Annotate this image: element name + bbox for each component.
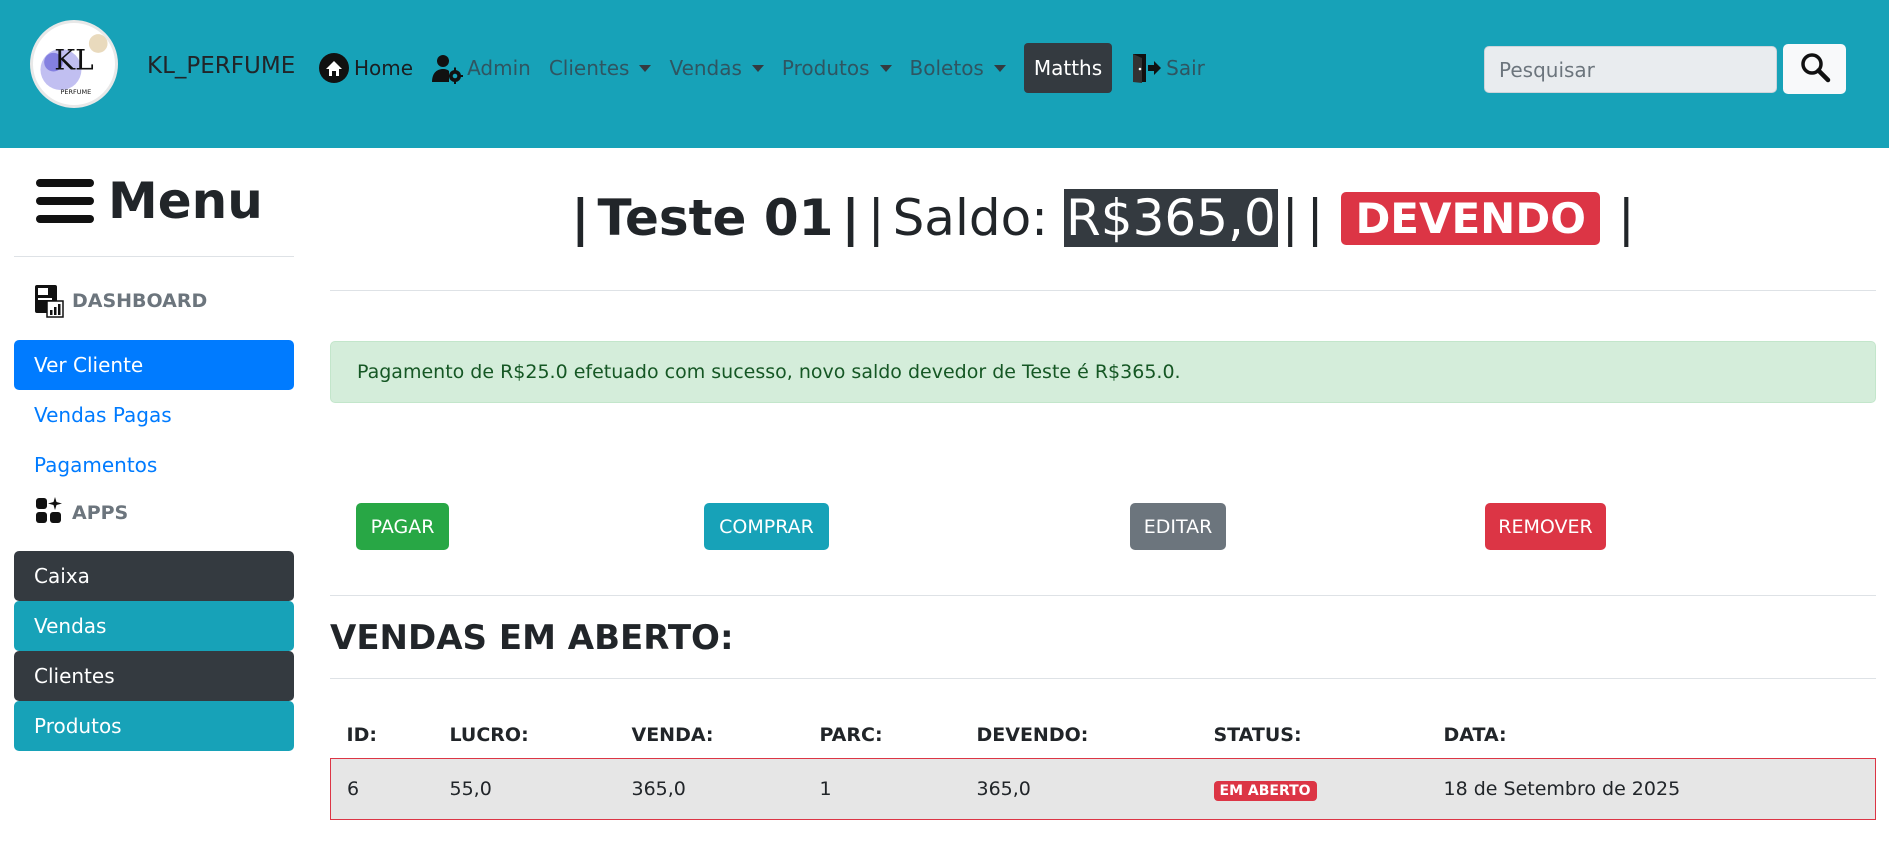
search-input[interactable] [1484, 46, 1777, 93]
divider [330, 290, 1876, 291]
sidebar-item-ver-cliente[interactable]: Ver Cliente [14, 340, 294, 390]
nav-produtos-label: Produtos [781, 56, 870, 80]
search-button[interactable] [1783, 44, 1846, 94]
admin-user-gear-icon [431, 52, 464, 84]
main-nav: Home Admin Clientes Vendas Produtos Bole… [318, 43, 1223, 93]
sidebar-item-caixa[interactable]: Caixa [14, 551, 294, 601]
svg-text:PERFUME: PERFUME [60, 88, 91, 96]
status-badge: DEVENDO [1341, 191, 1600, 245]
hamburger-icon [36, 177, 94, 225]
cell-id: 6 [330, 757, 434, 820]
brand-name[interactable]: KL_PERFUME [147, 52, 295, 80]
nav-vendas-label: Vendas [669, 56, 742, 80]
sidebar-item-label: Ver Cliente [34, 353, 144, 377]
column-header-parc: PARC: [819, 724, 883, 747]
sidebar-item-produtos[interactable]: Produtos [14, 701, 294, 751]
sidebar-section-apps: APPS [34, 496, 128, 530]
title-pipe: | [1281, 189, 1299, 247]
chevron-down-icon [639, 64, 652, 72]
saldo-value: R$365,0 [1064, 189, 1278, 247]
title-pipe: | [841, 189, 860, 247]
search-icon [1799, 51, 1831, 87]
pagar-button-label: PAGAR [370, 515, 435, 538]
sidebar-item-label: Vendas [34, 614, 107, 638]
sidebar-item-vendas[interactable]: Vendas [14, 601, 294, 651]
chevron-down-icon [879, 64, 892, 72]
nav-boletos-dropdown[interactable]: Boletos [910, 48, 1006, 88]
pagar-button[interactable]: PAGAR [356, 503, 449, 550]
sidebar-item-vendas-pagas[interactable]: Vendas Pagas [34, 400, 172, 430]
success-alert-message: Pagamento de R$25.0 efetuado com sucesso… [357, 361, 1181, 383]
column-header-data: DATA: [1443, 724, 1507, 747]
sidebar-item-label: Pagamentos [34, 453, 158, 477]
sidebar-section-dashboard: DASHBOARD [34, 284, 207, 318]
sidebar-item-label: Clientes [34, 664, 115, 688]
title-pipe: | [1617, 189, 1635, 247]
editar-button-label: EDITAR [1143, 515, 1213, 538]
svg-text:KL: KL [54, 44, 93, 77]
sidebar-item-label: Vendas Pagas [34, 403, 172, 427]
editar-button[interactable]: EDITAR [1130, 503, 1226, 550]
nav-sair-label: Sair [1166, 56, 1205, 80]
nav-clientes-dropdown[interactable]: Clientes [549, 48, 652, 88]
cell-data: 18 de Setembro de 2025 [1427, 757, 1876, 820]
divider [330, 678, 1876, 679]
title-pipe: | [571, 189, 590, 247]
top-navbar: KL PERFUME KL_PERFUME Home Admin Cliente… [0, 0, 1889, 148]
sidebar-item-clientes[interactable]: Clientes [14, 651, 294, 701]
column-header-venda: VENDA: [631, 724, 714, 747]
sidebar-divider [14, 256, 294, 257]
nav-clientes-label: Clientes [548, 56, 630, 80]
remover-button-label: REMOVER [1498, 515, 1593, 538]
comprar-button-label: COMPRAR [719, 515, 814, 538]
column-header-status: STATUS: [1213, 724, 1302, 747]
open-sales-table: ID: LUCRO: VENDA: PARC: DEVENDO: STATUS:… [330, 713, 1876, 820]
column-header-id: ID: [346, 724, 377, 747]
sidebar-item-label: Caixa [34, 564, 90, 588]
table-row[interactable]: 6 55,0 365,0 1 365,0 EM ABERTO 18 de Set… [330, 757, 1876, 820]
page-title: | Teste 01 | | Saldo: R$365,0 | | DEVEND… [330, 180, 1876, 256]
home-icon [318, 52, 350, 84]
saldo-label: Saldo: [892, 189, 1049, 247]
column-header-lucro: LUCRO: [449, 724, 529, 747]
logout-door-icon [1130, 52, 1162, 84]
brand-logo[interactable]: KL PERFUME [30, 20, 118, 108]
nav-home-label: Home [354, 56, 414, 80]
section-title-vendas-em-aberto: VENDAS EM ABERTO: [330, 618, 734, 658]
sidebar-section-apps-label: APPS [72, 502, 129, 524]
nav-admin-label: Admin [467, 56, 531, 80]
client-name: Teste 01 [597, 189, 834, 247]
remover-button[interactable]: REMOVER [1485, 503, 1606, 550]
title-pipe: | [1306, 189, 1324, 247]
cell-parc: 1 [803, 757, 961, 820]
chevron-down-icon [993, 64, 1006, 72]
column-header-devendo: DEVENDO: [976, 724, 1089, 747]
nav-produtos-dropdown[interactable]: Produtos [782, 48, 892, 88]
sidebar-menu-title: Menu [108, 172, 263, 230]
apps-grid-icon [34, 496, 64, 530]
cell-venda: 365,0 [615, 757, 804, 820]
nav-admin[interactable]: Admin [431, 48, 531, 88]
comprar-button[interactable]: COMPRAR [704, 503, 829, 550]
nav-matths-label: Matths [1033, 56, 1103, 80]
nav-sair[interactable]: Sair [1130, 48, 1205, 88]
nav-vendas-dropdown[interactable]: Vendas [669, 48, 764, 88]
chevron-down-icon [751, 64, 764, 72]
cell-lucro: 55,0 [433, 757, 616, 820]
status-badge: EM ABERTO [1213, 780, 1317, 801]
sidebar-menu-header[interactable]: Menu [36, 166, 263, 236]
nav-home[interactable]: Home [318, 48, 413, 88]
title-pipe: | [867, 189, 885, 247]
dashboard-report-icon [34, 284, 64, 318]
sidebar-item-label: Produtos [34, 714, 122, 738]
nav-boletos-label: Boletos [909, 56, 984, 80]
table-header-row: ID: LUCRO: VENDA: PARC: DEVENDO: STATUS:… [331, 713, 1876, 758]
nav-matths[interactable]: Matths [1023, 43, 1113, 93]
cell-status: EM ABERTO [1197, 757, 1428, 820]
sidebar-item-pagamentos[interactable]: Pagamentos [34, 450, 157, 480]
success-alert: Pagamento de R$25.0 efetuado com sucesso… [330, 341, 1876, 403]
cell-devendo: 365,0 [960, 757, 1198, 820]
sidebar-section-dashboard-label: DASHBOARD [72, 290, 208, 312]
divider [330, 595, 1876, 596]
